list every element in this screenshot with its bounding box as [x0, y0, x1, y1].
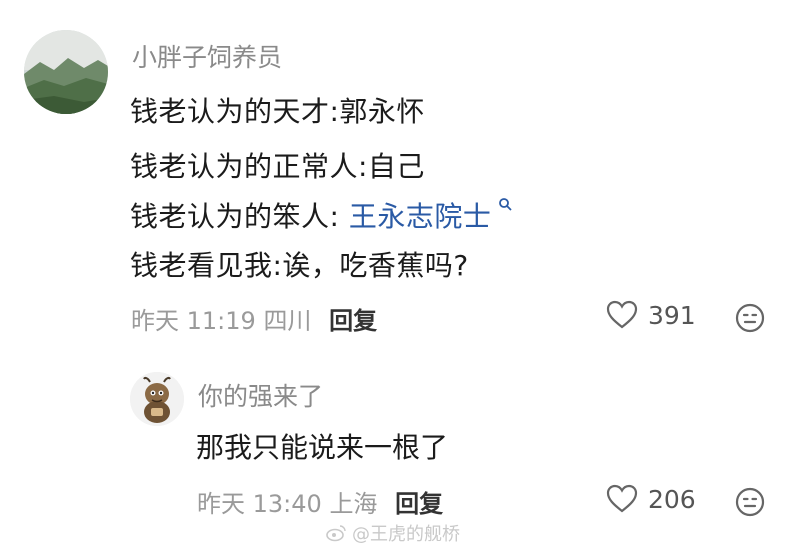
reply-like-button[interactable]: 206 [606, 484, 696, 514]
like-count: 206 [648, 484, 696, 514]
comment-line-text: 钱老认为的笨人: [130, 200, 349, 233]
weibo-logo-icon [326, 525, 346, 542]
comment-location: 四川 [263, 307, 312, 335]
reply-username[interactable]: 你的强来了 [198, 377, 323, 413]
heart-icon [606, 300, 638, 329]
heart-icon [606, 484, 638, 513]
comment-meta: 昨天 11:19 四川 回复 [131, 301, 377, 336]
emoji-reaction-button[interactable] [734, 486, 766, 518]
emoji-face-icon [735, 487, 765, 517]
search-icon[interactable] [497, 197, 513, 213]
reply-button[interactable]: 回复 [395, 490, 443, 518]
like-count: 391 [648, 300, 696, 330]
emoji-face-icon [735, 303, 765, 333]
cartoon-character-avatar-icon [130, 372, 184, 426]
avatar[interactable] [24, 30, 108, 114]
like-button[interactable]: 391 [606, 300, 696, 330]
username[interactable]: 小胖子饲养员 [132, 38, 282, 74]
watermark-text: @王虎的舰桥 [352, 524, 460, 545]
reply-meta: 昨天 13:40 上海 回复 [197, 484, 443, 519]
reply-location: 上海 [329, 490, 378, 518]
landscape-avatar-icon [24, 30, 108, 114]
reply-text: 那我只能说来一根了 [196, 431, 449, 464]
watermark: @王虎的舰桥 [326, 520, 460, 546]
reply-avatar[interactable] [130, 372, 184, 426]
comment-line-with-link: 钱老认为的笨人: 王永志院士 [130, 195, 513, 235]
comment-date: 昨天 11:19 [131, 307, 256, 335]
emoji-reaction-button[interactable] [734, 302, 766, 334]
search-link[interactable]: 王永志院士 [349, 200, 492, 233]
comment-line: 钱老看见我:诶，吃香蕉吗? [130, 249, 469, 282]
comment-line: 钱老认为的天才:郭永怀 [130, 95, 425, 128]
reply-date: 昨天 13:40 [197, 490, 322, 518]
comment-line: 钱老认为的正常人:自己 [130, 150, 425, 183]
reply-button[interactable]: 回复 [329, 307, 377, 335]
